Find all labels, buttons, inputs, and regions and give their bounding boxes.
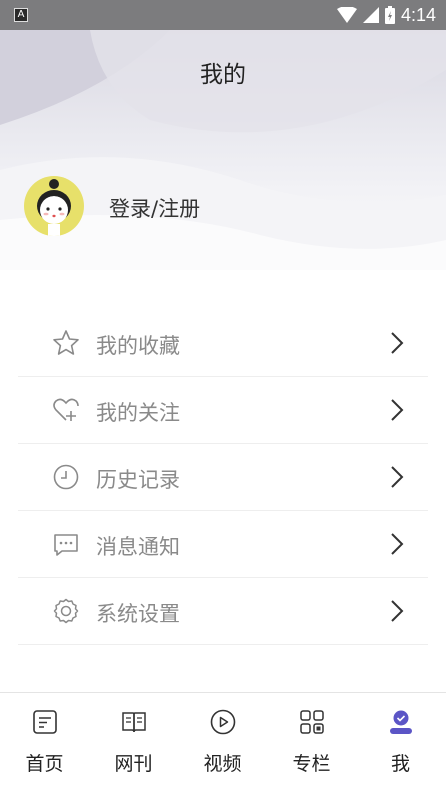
user-icon [390, 710, 412, 734]
menu-item-settings[interactable]: 系统设置 [18, 578, 428, 645]
tab-home[interactable]: 首页 [0, 693, 89, 793]
signal-icon [362, 7, 379, 23]
page-title: 我的 [200, 62, 246, 88]
clock-time: 4:14 [400, 4, 436, 25]
login-register-link[interactable]: 登录/注册 [109, 193, 200, 223]
bottom-tab-bar: 首页 网刊 视频 专栏 我 [0, 692, 446, 793]
battery-icon [384, 6, 395, 24]
tab-columns[interactable]: 专栏 [267, 693, 356, 793]
menu-item-label: 我的关注 [96, 401, 180, 425]
menu-item-history[interactable]: 历史记录 [18, 444, 428, 511]
heart-plus-icon [53, 398, 79, 421]
chevron-right-icon [391, 600, 404, 622]
status-bar: A 4:14 [0, 0, 446, 30]
avatar[interactable] [24, 176, 84, 236]
chevron-right-icon [391, 466, 404, 488]
menu-item-following[interactable]: 我的关注 [18, 377, 428, 444]
home-doc-icon [33, 710, 57, 734]
menu-item-favorites[interactable]: 我的收藏 [18, 310, 428, 377]
menu-item-label: 消息通知 [96, 535, 180, 559]
menu-item-label: 系统设置 [96, 602, 180, 626]
tab-label: 首页 [25, 753, 64, 775]
menu-item-label: 历史记录 [96, 468, 180, 492]
tab-label: 视频 [203, 753, 242, 775]
star-icon [53, 330, 79, 355]
app-notification-icon: A [14, 8, 28, 22]
clock-icon [53, 464, 79, 490]
status-icons: 4:14 [336, 4, 436, 26]
profile-header: 我的 登录/注册 [0, 30, 446, 270]
tab-journal[interactable]: 网刊 [89, 693, 178, 793]
wifi-icon [336, 7, 357, 23]
grid-icon [300, 710, 324, 734]
menu-item-notifications[interactable]: 消息通知 [18, 511, 428, 578]
tab-label: 网刊 [114, 753, 153, 775]
menu-item-label: 我的收藏 [96, 334, 180, 358]
book-icon [122, 712, 146, 733]
message-icon [54, 534, 78, 556]
chevron-right-icon [391, 332, 404, 354]
tab-video[interactable]: 视频 [178, 693, 267, 793]
chevron-right-icon [391, 533, 404, 555]
profile-menu: 我的收藏 我的关注 历史记录 消息通知 系统设置 [18, 310, 428, 645]
chevron-right-icon [391, 399, 404, 421]
avatar-girl-icon [37, 179, 71, 236]
tab-label: 专栏 [292, 753, 331, 775]
tab-label: 我 [390, 753, 410, 775]
gear-icon [53, 598, 79, 624]
tab-me[interactable]: 我 [356, 693, 445, 793]
play-icon [210, 709, 236, 735]
